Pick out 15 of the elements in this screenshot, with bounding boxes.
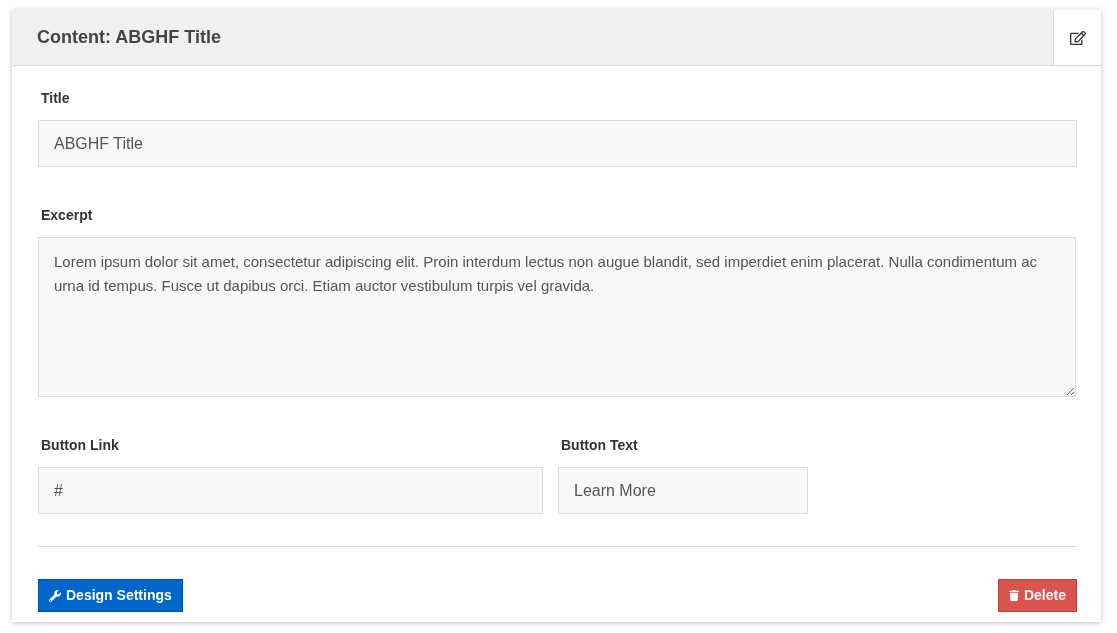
edit-button[interactable] [1053,10,1101,65]
field-label: Excerpt [41,206,94,225]
trash-icon [1008,590,1019,601]
wrench-icon [49,589,61,602]
delete-button[interactable]: Delete [997,579,1077,612]
edit-icon [1069,29,1086,46]
panel-title: Content: ABGHF Title [36,26,222,49]
title-input[interactable]: ABGHF Title [38,120,1077,167]
excerpt-textarea[interactable]: Lorem ipsum dolor sit amet, consectetur adipiscing elit. Proin interdum lectus non augue blandit, sed imperdiet enim placerat. Nulla condimentum ac urna id tempus. Fusce ut dapibus orci. Etiam auctor vestibulum turpis vel gravida. [38,237,1076,397]
button-text-input[interactable]: Learn More [558,467,808,514]
field-label: Button Text [561,436,639,455]
button-link-input[interactable]: # [38,467,543,514]
field-label: Title [41,89,71,108]
design-settings-button[interactable]: Design Settings [38,579,183,612]
field-label: Button Link [41,436,120,455]
